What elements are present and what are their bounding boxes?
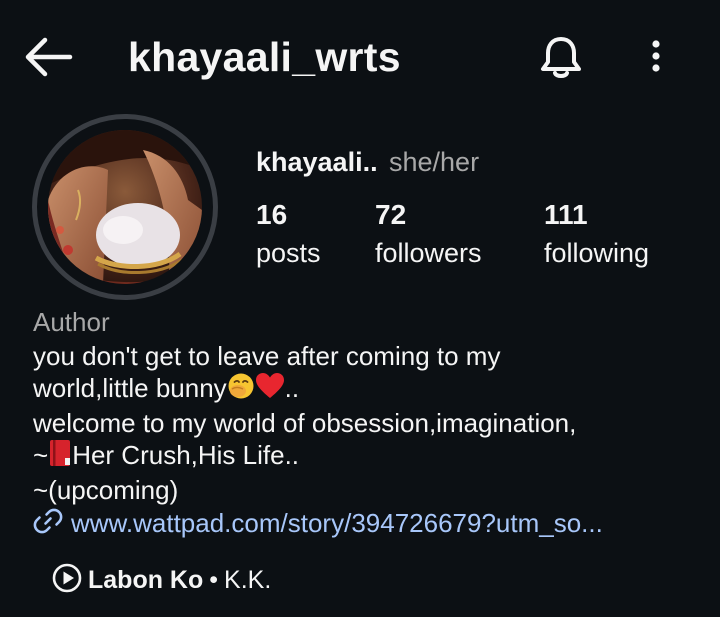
bio-line-4-text: Her Crush,His Life.. (72, 440, 300, 470)
bio-line-4-prefix: ~ (33, 440, 49, 470)
notifications-button[interactable] (536, 32, 586, 82)
bio-line-5: ~(upcoming) (33, 475, 179, 505)
profile-display-name: khayaali.. (256, 147, 378, 177)
following-count: 111 (544, 199, 588, 230)
face-with-hand-over-mouth-emoji (227, 372, 255, 407)
link-icon (33, 506, 63, 541)
bio-line-2-end: .. (284, 373, 300, 403)
music-title: Labon Ko (88, 566, 204, 594)
bio-line-3: welcome to my world of obsession,imagina… (33, 408, 577, 438)
top-bar: khayaali_wrts (0, 0, 720, 112)
music-artist: K.K. (224, 566, 272, 594)
bio-line-2: world,little bunny.. (33, 372, 713, 407)
profile-bio: you don't get to leave after coming to m… (33, 340, 713, 506)
profile-link-text: www.wattpad.com/story/394726679?utm_so..… (71, 508, 603, 538)
profile-link[interactable]: www.wattpad.com/story/394726679?utm_so..… (33, 506, 603, 540)
bio-line-4: ~ Her Crush,His Life.. (33, 439, 713, 474)
avatar (48, 130, 202, 284)
more-vertical-icon (652, 40, 660, 72)
play-circle-icon (52, 563, 82, 598)
bell-icon (541, 37, 581, 78)
back-button[interactable] (22, 36, 74, 78)
followers-label: followers (375, 238, 482, 268)
bio-line-2-text: world,little bunny (33, 373, 227, 403)
more-options-button[interactable] (640, 38, 672, 78)
profile-category: Author (33, 307, 110, 337)
profile-avatar-ring[interactable] (32, 114, 218, 300)
followers-stat[interactable]: 72 followers (375, 198, 482, 270)
profile-username-title: khayaali_wrts (128, 34, 401, 80)
bio-line-1: you don't get to leave after coming to m… (33, 341, 501, 371)
red-book-emoji (48, 439, 72, 474)
following-stat[interactable]: 111 following (544, 198, 649, 270)
followers-count: 72 (375, 199, 407, 230)
following-label: following (544, 238, 650, 268)
posts-stat[interactable]: 16 posts (256, 198, 321, 270)
profile-music[interactable]: Labon Ko • K.K. (52, 563, 271, 597)
profile-screen: khayaali_wrts khayaali.. she/her 16 post… (0, 0, 720, 617)
posts-count: 16 (256, 199, 288, 230)
posts-label: posts (256, 238, 321, 268)
red-heart-emoji (255, 372, 285, 407)
profile-pronouns: she/her (389, 147, 480, 177)
music-separator: • (209, 566, 219, 594)
arrow-left-icon (25, 37, 73, 77)
